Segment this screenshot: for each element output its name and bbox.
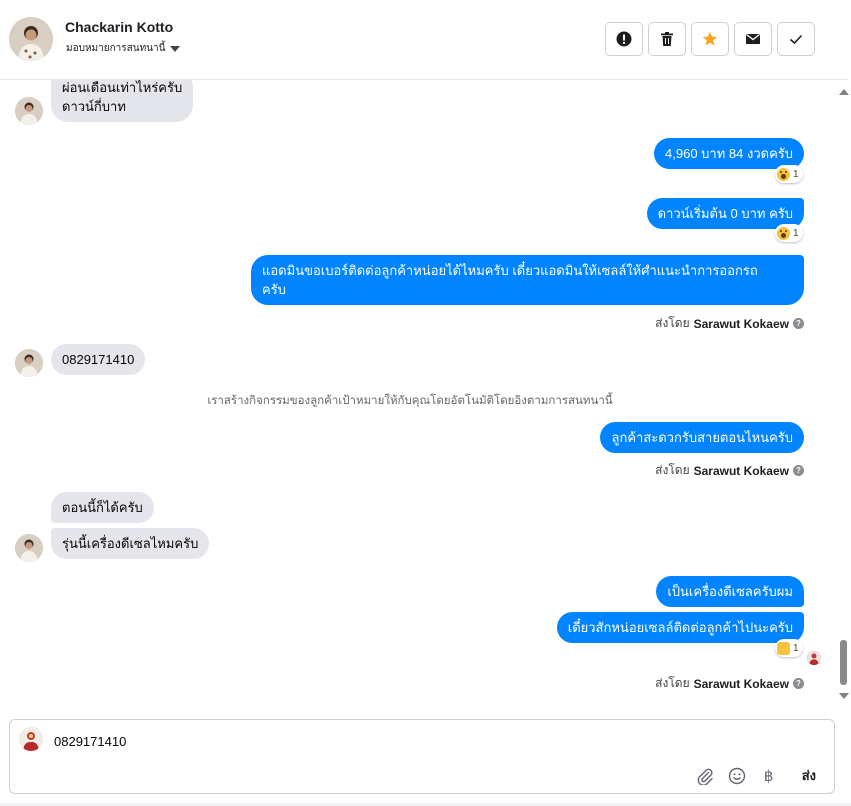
contact-avatar-small	[15, 349, 43, 377]
incoming-message[interactable]: 0829171410	[51, 344, 146, 375]
contact-avatar[interactable]	[9, 17, 53, 61]
outgoing-message[interactable]: แอดมินขอเบอร์ติดต่อลูกค้าหน่อยได้ไหมครับ…	[251, 255, 804, 305]
thumbs-up-icon	[777, 641, 790, 655]
system-note: เราสร้างกิจกรรมของลูกค้าเป้าหมายให้กับคุ…	[207, 395, 613, 407]
message-text: ครับ	[262, 282, 286, 297]
sent-by-label: ส่งโดย Sarawut Kokaew ?	[655, 461, 804, 480]
message-text: แอดมินขอเบอร์ติดต่อลูกค้าหน่อยได้ไหมครับ…	[262, 263, 758, 278]
wow-emoji-icon	[777, 167, 790, 181]
delete-button[interactable]	[648, 22, 686, 56]
outgoing-message[interactable]: เป็นเครื่องดีเซลครับผม	[656, 576, 804, 607]
reaction-count: 1	[793, 642, 799, 654]
baht-icon[interactable]: ฿	[760, 767, 778, 785]
seen-avatar	[807, 651, 821, 665]
mark-done-button[interactable]	[777, 22, 815, 56]
sent-by-prefix: ส่งโดย	[655, 463, 690, 477]
assign-label: มอบหมายการสนทนานี้	[66, 43, 166, 54]
message-thread: ผ่อนเดือนเท่าไหร่ครับ ดาวน์กี่บาท 4,960 …	[0, 80, 848, 708]
mark-spam-button[interactable]	[605, 22, 643, 56]
message-text: เป็นเครื่องดีเซลครับผม	[667, 584, 793, 599]
page-avatar	[19, 727, 43, 751]
reaction-badge[interactable]: 1	[775, 165, 803, 183]
wow-emoji-icon	[777, 226, 790, 240]
sent-by-agent[interactable]: Sarawut Kokaew	[694, 317, 789, 331]
incoming-message[interactable]: รุ่นนี้เครื่องดีเซลไหมครับ	[51, 528, 210, 559]
message-composer: ฿ ส่ง	[9, 719, 835, 794]
message-input[interactable]	[54, 734, 654, 749]
message-text: ดาวน์เริ่มต้น 0 บาท ครับ	[657, 206, 793, 221]
message-text: รุ่นนี้เครื่องดีเซลไหมครับ	[62, 536, 199, 551]
sent-by-agent[interactable]: Sarawut Kokaew	[694, 464, 789, 478]
header-actions	[605, 22, 815, 56]
message-text: เดี๋ยวสักหน่อยเซลล์ติดต่อลูกค้าไปนะครับ	[567, 620, 793, 635]
message-text: ลูกค้าสะดวกรับสายตอนไหนครับ	[611, 430, 793, 445]
reaction-badge[interactable]: 1	[775, 224, 803, 242]
thread-scrollbar[interactable]	[836, 80, 851, 708]
help-icon[interactable]: ?	[793, 318, 804, 329]
help-icon[interactable]: ?	[793, 465, 804, 476]
mark-unread-button[interactable]	[734, 22, 772, 56]
alert-icon	[616, 31, 632, 47]
incoming-message[interactable]: ตอนนี้ก็ได้ครับ	[51, 492, 154, 523]
scrollbar-thumb[interactable]	[840, 640, 847, 685]
message-text: ดาวน์กี่บาท	[62, 99, 126, 114]
envelope-icon	[746, 33, 760, 44]
scroll-down-arrow-icon[interactable]	[839, 693, 849, 699]
sent-by-prefix: ส่งโดย	[655, 316, 690, 330]
reaction-count: 1	[793, 168, 799, 180]
message-text: 4,960 บาท 84 งวดครับ	[665, 146, 793, 161]
sent-by-prefix: ส่งโดย	[655, 676, 690, 690]
send-button[interactable]: ส่ง	[802, 765, 816, 786]
contact-avatar-small	[15, 534, 43, 562]
outgoing-message[interactable]: ลูกค้าสะดวกรับสายตอนไหนครับ	[600, 422, 804, 453]
scroll-up-arrow-icon[interactable]	[839, 89, 849, 95]
reaction-badge[interactable]: 1	[775, 639, 803, 657]
message-text: 0829171410	[62, 352, 135, 367]
star-icon	[702, 31, 718, 46]
reaction-count: 1	[793, 227, 799, 239]
check-icon	[789, 34, 803, 45]
conversation-header: Chackarin Kotto มอบหมายการสนทนานี้	[0, 0, 848, 80]
composer-toolbar: ฿ ส่ง	[696, 765, 816, 786]
trash-icon	[661, 32, 673, 46]
star-button[interactable]	[691, 22, 729, 56]
contact-avatar-small	[15, 97, 43, 125]
emoji-icon[interactable]	[728, 767, 746, 785]
sent-by-label: ส่งโดย Sarawut Kokaew ?	[655, 314, 804, 333]
sent-by-label: ส่งโดย Sarawut Kokaew ?	[655, 674, 804, 693]
assign-conversation-dropdown[interactable]: มอบหมายการสนทนานี้	[66, 41, 181, 56]
sent-by-agent[interactable]: Sarawut Kokaew	[694, 677, 789, 691]
incoming-message[interactable]: ผ่อนเดือนเท่าไหร่ครับ ดาวน์กี่บาท	[51, 80, 194, 122]
paperclip-icon[interactable]	[696, 767, 714, 785]
outgoing-message[interactable]: เดี๋ยวสักหน่อยเซลล์ติดต่อลูกค้าไปนะครับ	[556, 612, 804, 643]
message-text: ผ่อนเดือนเท่าไหร่ครับ	[62, 80, 183, 95]
caret-down-icon	[170, 45, 181, 52]
message-text: ตอนนี้ก็ได้ครับ	[62, 500, 143, 515]
contact-name[interactable]: Chackarin Kotto	[65, 19, 173, 35]
help-icon[interactable]: ?	[793, 678, 804, 689]
